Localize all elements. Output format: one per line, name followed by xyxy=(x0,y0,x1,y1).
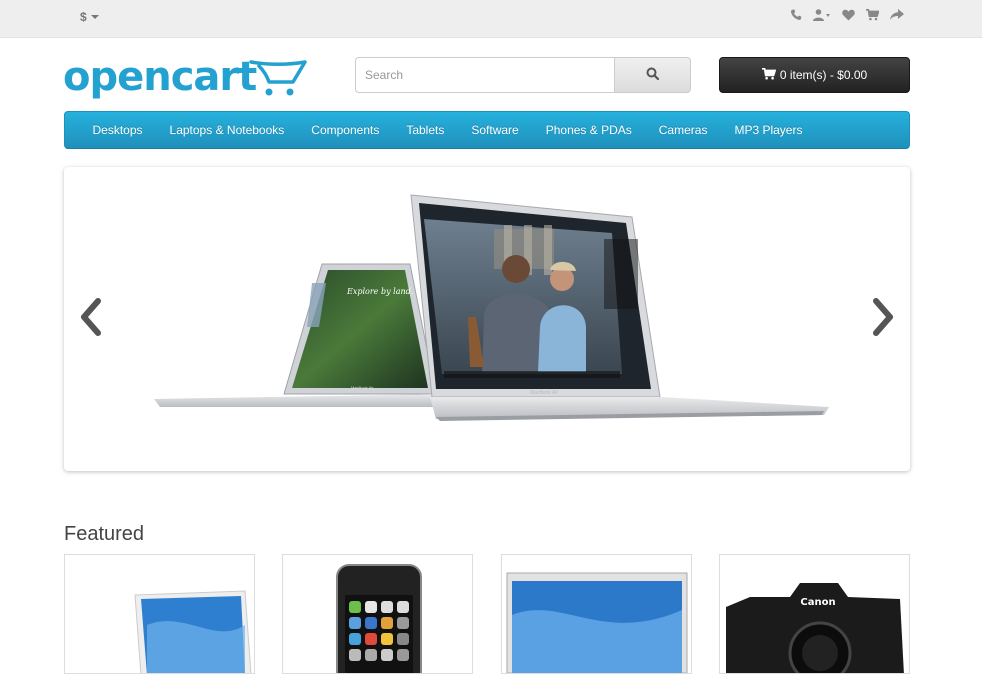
phone-icon[interactable] xyxy=(790,9,802,21)
menu-item-software[interactable]: Software xyxy=(458,123,532,137)
menu-item-mp3-players[interactable]: MP3 Players xyxy=(721,123,816,137)
small-laptop-caption: Explore by land. xyxy=(346,287,413,296)
slideshow-next-button[interactable] xyxy=(868,297,898,337)
small-laptop-brand: MacBook Air xyxy=(351,385,374,390)
cart-icon[interactable] xyxy=(866,9,879,21)
search-icon xyxy=(646,67,660,83)
cart-total-label: 0 item(s) - $0.00 xyxy=(779,68,868,82)
slide-image[interactable]: Explore by land. MacBook Air MacBook Air xyxy=(64,167,910,471)
menu-item-components[interactable]: Components xyxy=(298,123,393,137)
camera-brand: Canon xyxy=(800,597,835,608)
menu-item-phones-pdas[interactable]: Phones & PDAs xyxy=(532,123,645,137)
chevron-left-icon xyxy=(76,298,106,340)
product-card-canon-camera[interactable]: Canon xyxy=(719,554,910,674)
heart-icon[interactable] xyxy=(842,9,855,21)
currency-dropdown[interactable]: $ xyxy=(80,10,99,24)
top-bar: $ xyxy=(0,0,982,38)
menu-item-desktops[interactable]: Desktops xyxy=(79,123,156,137)
product-card-cinema-display[interactable] xyxy=(501,554,692,674)
cart-icon xyxy=(761,67,777,83)
featured-heading: Featured xyxy=(64,523,145,545)
currency-label: $ xyxy=(80,10,87,24)
product-image-cinema-display xyxy=(506,572,688,673)
top-links xyxy=(790,9,904,21)
search-bar xyxy=(355,57,691,93)
featured-products: Canon xyxy=(64,554,910,674)
search-input[interactable] xyxy=(355,57,614,93)
slideshow: Explore by land. MacBook Air MacBook Air xyxy=(64,167,910,471)
opencart-logo[interactable]: opencart xyxy=(63,54,308,104)
user-icon[interactable] xyxy=(813,9,831,21)
slideshow-prev-button[interactable] xyxy=(76,297,106,337)
menu-item-laptops-notebooks[interactable]: Laptops & Notebooks xyxy=(156,123,298,137)
logo-text: opencart xyxy=(63,54,257,100)
menu-item-tablets[interactable]: Tablets xyxy=(393,123,458,137)
menu-item-cameras[interactable]: Cameras xyxy=(645,123,721,137)
product-image-macbook xyxy=(134,590,252,673)
cart-button[interactable]: 0 item(s) - $0.00 xyxy=(719,57,910,93)
product-card-iphone[interactable] xyxy=(282,554,473,674)
product-image-canon-camera: Canon xyxy=(726,583,904,673)
large-laptop-brand: MacBook Air xyxy=(530,390,558,396)
chevron-down-icon xyxy=(90,15,99,19)
search-button[interactable] xyxy=(614,57,691,93)
share-icon[interactable] xyxy=(890,9,904,21)
product-card-macbook[interactable] xyxy=(64,554,255,674)
chevron-right-icon xyxy=(868,298,898,340)
main-menu: Desktops Laptops & Notebooks Components … xyxy=(64,111,910,149)
product-image-iphone xyxy=(336,564,422,673)
